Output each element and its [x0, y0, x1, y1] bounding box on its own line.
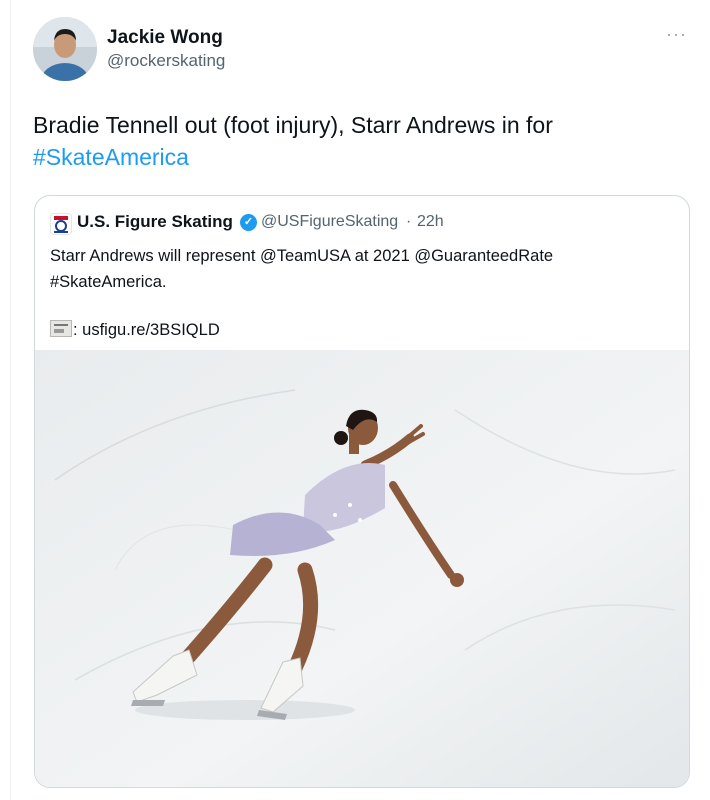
usfs-logo-icon	[50, 213, 72, 235]
quoted-author-handle[interactable]: @USFigureSkating	[261, 213, 398, 231]
quoted-link-line[interactable]: : usfigu.re/3BSIQLD	[50, 317, 670, 343]
quoted-tweet[interactable]: U.S. Figure Skating ✓ @USFigureSkating ·…	[34, 195, 690, 788]
quoted-link-text[interactable]: : usfigu.re/3BSIQLD	[73, 321, 220, 339]
hashtag-link[interactable]: #SkateAmerica	[33, 144, 189, 170]
tweet-card[interactable]: Jackie Wong @rockerskating ··· Bradie Te…	[10, 0, 710, 800]
author-avatar[interactable]	[33, 17, 97, 81]
tweet-body: Bradie Tennell out (foot injury), Starr …	[33, 112, 553, 138]
quoted-timestamp[interactable]: 22h	[417, 213, 444, 231]
newspaper-icon	[50, 320, 72, 337]
quoted-text-line2: #SkateAmerica.	[50, 273, 167, 291]
separator-dot: ·	[406, 213, 412, 230]
author-name[interactable]: Jackie Wong	[107, 27, 223, 49]
more-options-icon[interactable]: ···	[666, 24, 687, 45]
tweet-text: Bradie Tennell out (foot injury), Starr …	[33, 109, 673, 173]
quoted-author-name[interactable]: U.S. Figure Skating	[77, 212, 233, 232]
quoted-tweet-text: Starr Andrews will represent @TeamUSA at…	[50, 243, 670, 343]
author-handle[interactable]: @rockerskating	[107, 51, 225, 71]
figure-skater-image	[35, 350, 689, 787]
skater-photo[interactable]	[35, 350, 689, 787]
quoted-text-line1: Starr Andrews will represent @TeamUSA at…	[50, 247, 554, 265]
verified-badge-icon: ✓	[240, 214, 257, 231]
avatar-photo	[33, 17, 97, 81]
